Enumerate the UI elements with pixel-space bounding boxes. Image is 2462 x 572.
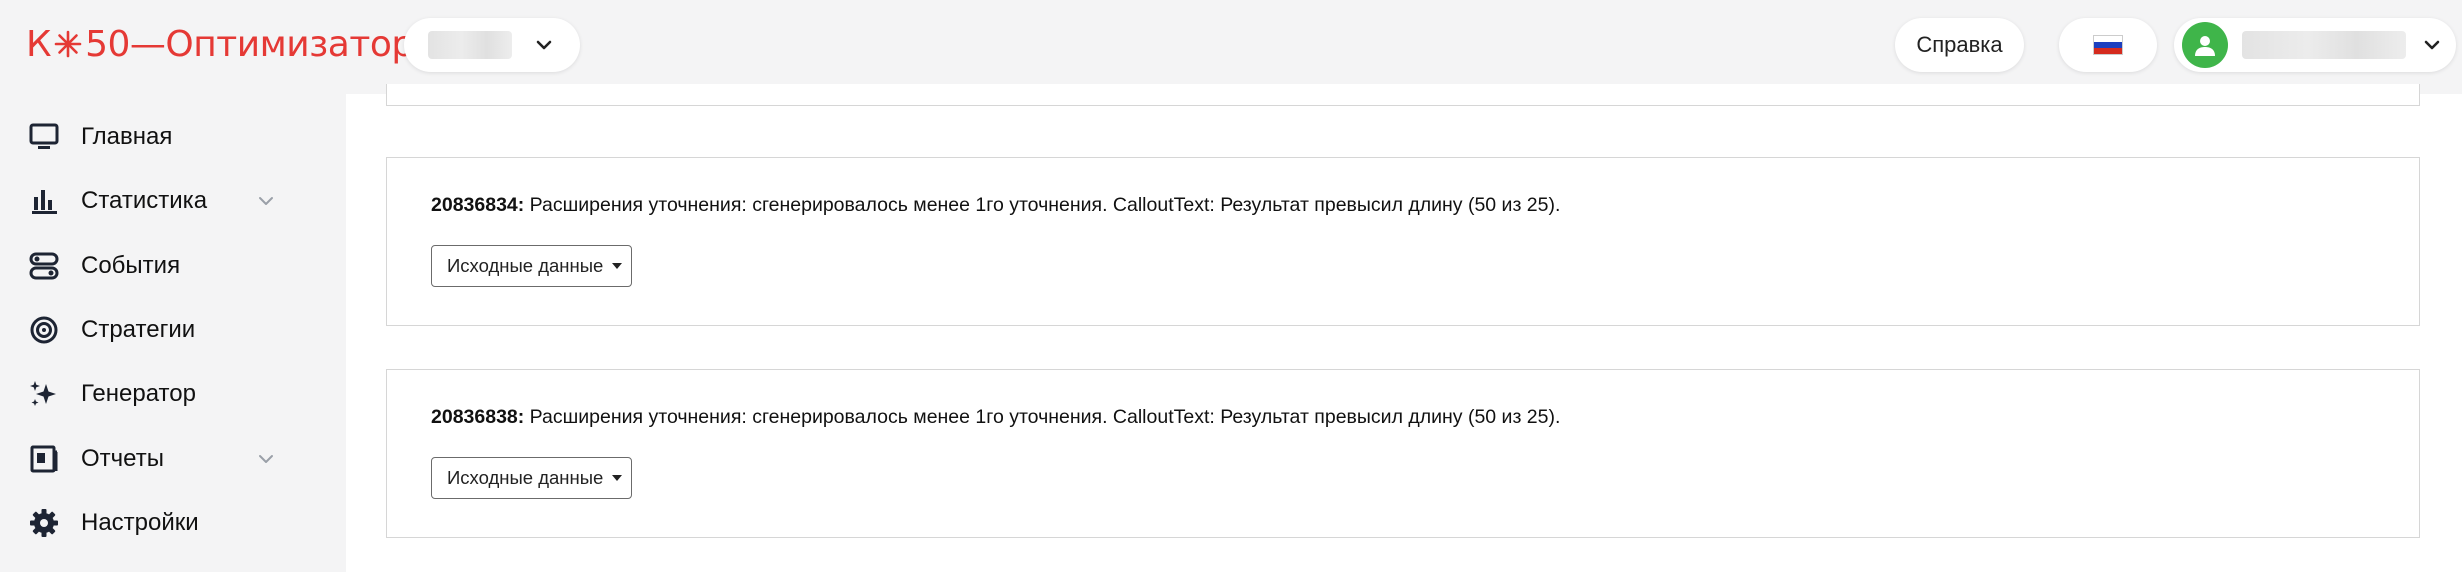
report-icon (27, 442, 61, 476)
chevron-down-icon[interactable] (254, 189, 278, 213)
sidebar-item-label: События (81, 252, 181, 279)
list-item: 20836834: Расширения уточнения: сгенерир… (386, 157, 2420, 326)
item-id: 20836834: (431, 194, 525, 216)
sidebar-item-label: Настройки (81, 509, 199, 536)
item-text: Расширения уточнения: сгенерировалось ме… (524, 406, 1561, 428)
sidebar-item-strategies[interactable]: Стратегии (0, 302, 300, 358)
list-item: 20836838: Расширения уточнения: сгенерир… (386, 369, 2420, 538)
sidebar-item-home[interactable]: Главная (0, 109, 300, 165)
toggles-icon (27, 249, 61, 283)
sidebar-item-label: Главная (81, 123, 173, 150)
source-data-dropdown[interactable]: Исходные данные (431, 245, 632, 287)
logo-text-left: К (26, 23, 52, 65)
dropdown-label: Исходные данные (447, 467, 604, 488)
account-selector[interactable] (404, 18, 580, 72)
chevron-down-icon (536, 40, 552, 50)
error-message: 20836838: Расширения уточнения: сгенерир… (431, 406, 1560, 429)
sidebar-nav: Главная Статистика События Стратегии Ген… (0, 94, 308, 572)
gear-icon (27, 506, 61, 540)
monitor-icon (27, 120, 61, 154)
caret-down-icon (612, 263, 623, 269)
main-content: 20836834: Расширения уточнения: сгенерир… (346, 84, 2462, 572)
sidebar-item-generator[interactable]: Генератор (0, 366, 300, 422)
target-icon (27, 313, 61, 347)
user-icon (2195, 36, 2215, 56)
sidebar-item-label: Генератор (81, 380, 196, 407)
dropdown-label: Исходные данные (447, 255, 604, 276)
logo-text-right: 50—Оптимизатор (85, 23, 414, 65)
chevron-down-icon (2424, 40, 2440, 50)
help-label: Справка (1916, 32, 2003, 57)
chevron-down-icon[interactable] (254, 447, 278, 471)
language-selector[interactable] (2059, 18, 2157, 72)
sidebar-item-reports[interactable]: Отчеты (0, 431, 300, 487)
user-name-redacted (2242, 31, 2406, 59)
bar-chart-icon (27, 184, 61, 218)
source-data-dropdown[interactable]: Исходные данные (431, 457, 632, 499)
sparkles-icon (27, 377, 61, 411)
top-bar: К 50—Оптимизатор Справка (0, 0, 2462, 94)
sidebar-item-label: Отчеты (81, 445, 164, 472)
item-id: 20836838: (431, 406, 525, 428)
russian-flag-icon (2093, 35, 2123, 55)
avatar (2182, 22, 2228, 68)
sidebar-item-settings[interactable]: Настройки (0, 495, 300, 551)
error-message: 20836834: Расширения уточнения: сгенерир… (431, 194, 1560, 217)
sidebar-item-events[interactable]: События (0, 238, 300, 294)
caret-down-icon (612, 475, 623, 481)
item-text: Расширения уточнения: сгенерировалось ме… (524, 194, 1561, 216)
help-button[interactable]: Справка (1895, 18, 2024, 72)
sidebar-item-label: Стратегии (81, 316, 196, 343)
account-name-redacted (428, 31, 512, 59)
list-item-partial (386, 84, 2420, 106)
sidebar-item-statistics[interactable]: Статистика (0, 173, 300, 229)
user-menu[interactable] (2174, 18, 2456, 72)
sidebar-item-label: Статистика (81, 187, 208, 214)
asterisk-icon (54, 30, 82, 58)
app-logo[interactable]: К 50—Оптимизатор (26, 20, 414, 68)
